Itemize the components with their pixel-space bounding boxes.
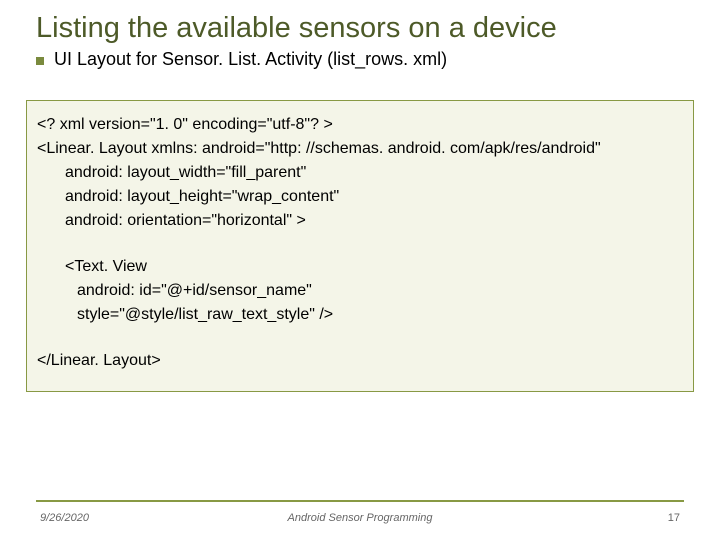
code-line: android: orientation="horizontal" > bbox=[37, 209, 683, 233]
footer-title: Android Sensor Programming bbox=[288, 512, 433, 524]
code-line: android: id="@+id/sensor_name" bbox=[37, 279, 683, 303]
bullet-text: UI Layout for Sensor. List. Activity (li… bbox=[54, 49, 447, 70]
code-line: <Linear. Layout xmlns: android="http: //… bbox=[37, 137, 683, 161]
code-line: </Linear. Layout> bbox=[37, 349, 683, 373]
footer-page-number: 17 bbox=[668, 512, 680, 524]
code-line: android: layout_width="fill_parent" bbox=[37, 161, 683, 185]
footer-divider bbox=[36, 500, 684, 502]
slide-title: Listing the available sensors on a devic… bbox=[36, 12, 684, 45]
blank-line bbox=[37, 327, 683, 349]
footer: 9/26/2020 Android Sensor Programming 17 bbox=[40, 512, 680, 524]
blank-line bbox=[37, 233, 683, 255]
code-block: <? xml version="1. 0" encoding="utf-8"? … bbox=[26, 100, 694, 392]
code-line: <Text. View bbox=[37, 255, 683, 279]
code-line: android: layout_height="wrap_content" bbox=[37, 185, 683, 209]
footer-date: 9/26/2020 bbox=[40, 512, 89, 524]
bullet-item: UI Layout for Sensor. List. Activity (li… bbox=[36, 49, 684, 70]
bullet-square-icon bbox=[36, 57, 44, 65]
code-line: <? xml version="1. 0" encoding="utf-8"? … bbox=[37, 113, 683, 137]
slide-container: Listing the available sensors on a devic… bbox=[0, 0, 720, 540]
code-line: style="@style/list_raw_text_style" /> bbox=[37, 303, 683, 327]
